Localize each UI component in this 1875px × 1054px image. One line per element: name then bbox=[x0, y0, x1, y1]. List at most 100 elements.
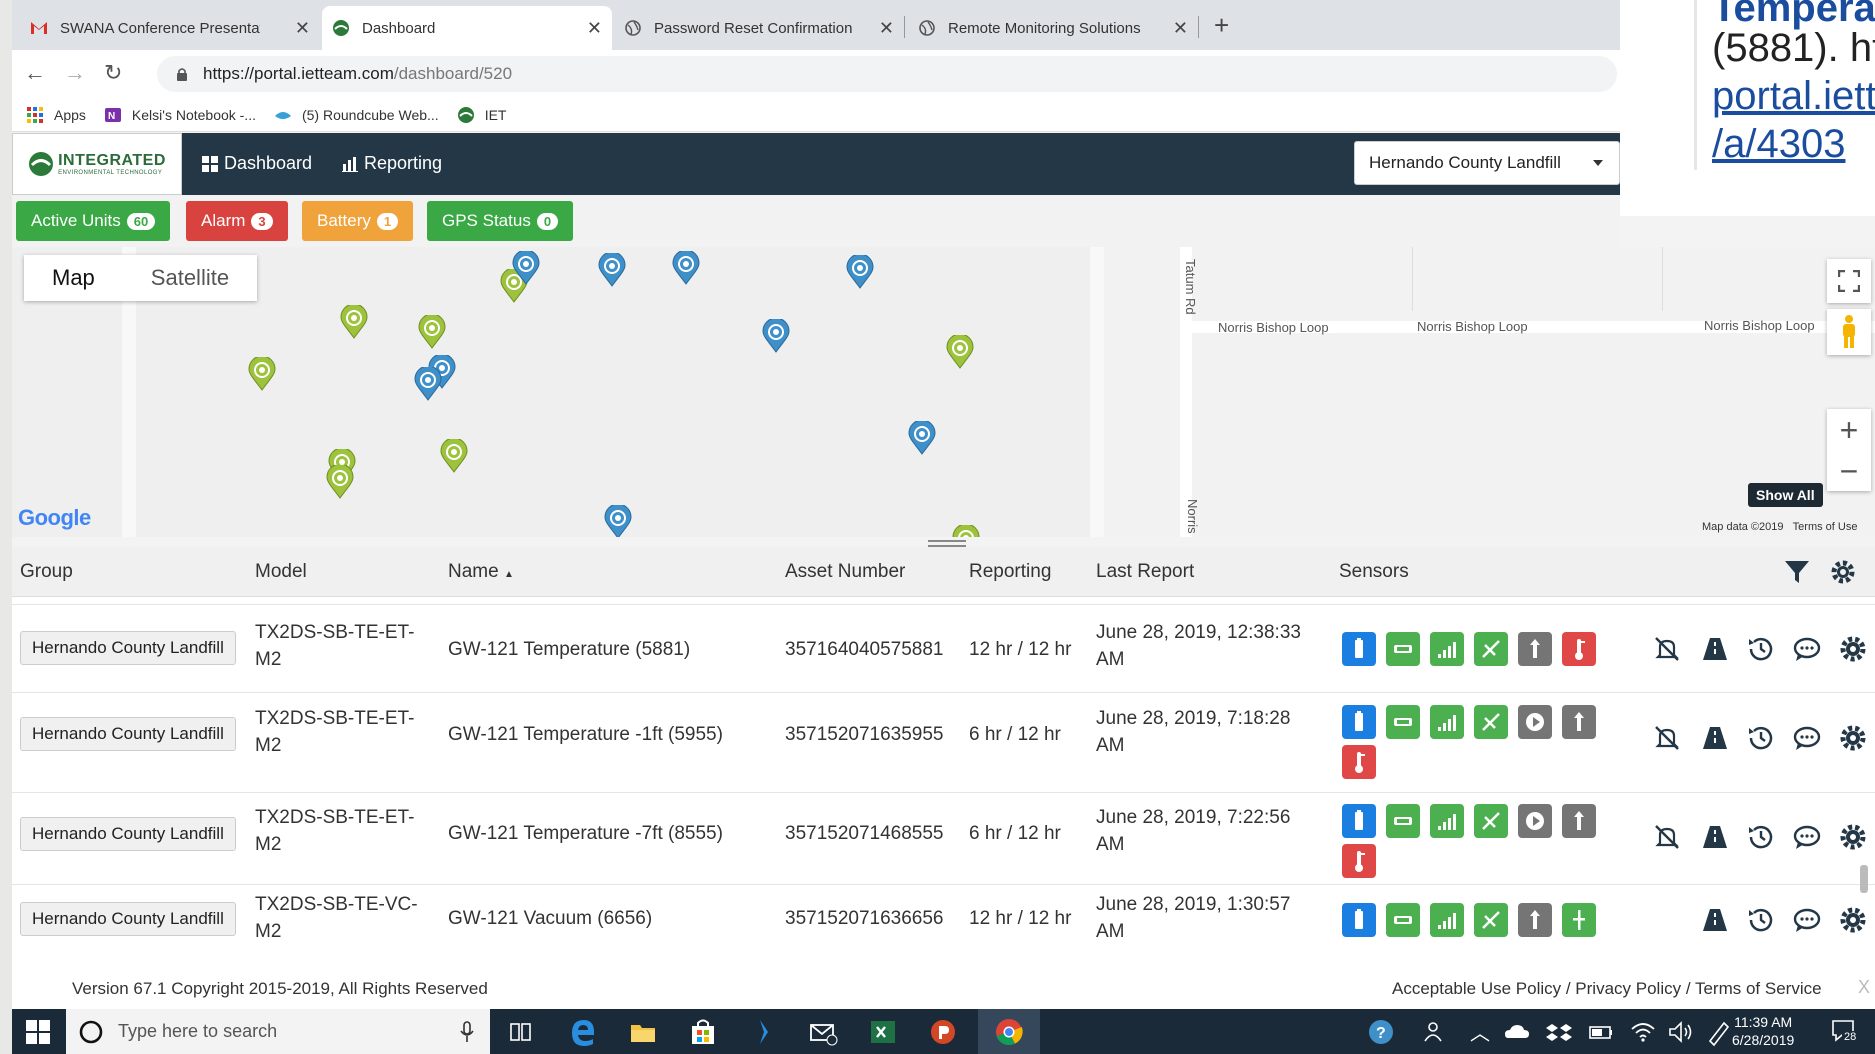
sensor-power-icon[interactable] bbox=[1386, 903, 1420, 937]
table-row[interactable]: Hernando County Landfill TX2DS-SB-TE-ET-… bbox=[12, 793, 1875, 885]
map-pin-blue[interactable] bbox=[908, 421, 936, 455]
bookmark-roundcube[interactable]: (5) Roundcube Web... bbox=[274, 106, 439, 124]
comment-icon[interactable] bbox=[1792, 634, 1822, 664]
road-icon[interactable] bbox=[1700, 822, 1730, 852]
map-pin-blue[interactable] bbox=[512, 251, 540, 285]
tab-password-reset[interactable]: Password Reset Confirmation ✕ bbox=[614, 6, 904, 50]
mail-icon[interactable] bbox=[808, 1017, 838, 1047]
sensor-power-icon[interactable] bbox=[1386, 705, 1420, 739]
sensor-battery-icon[interactable] bbox=[1342, 804, 1376, 838]
map-pin-blue[interactable] bbox=[846, 255, 874, 289]
powerpoint-icon[interactable] bbox=[928, 1017, 958, 1047]
sensor-battery-icon[interactable] bbox=[1342, 632, 1376, 666]
bell-slash-icon[interactable] bbox=[1652, 822, 1682, 852]
nav-reporting[interactable]: Reporting bbox=[342, 153, 442, 174]
table-row[interactable]: Hernando County Landfill TX2DS-SB-TE-ET-… bbox=[12, 605, 1875, 693]
battery-button[interactable]: Battery 1 bbox=[302, 201, 414, 241]
file-explorer-icon[interactable] bbox=[628, 1017, 658, 1047]
zoom-in-icon[interactable]: + bbox=[1840, 414, 1859, 446]
map-pin-blue[interactable] bbox=[598, 253, 626, 287]
column-header-last-report[interactable]: Last Report bbox=[1096, 561, 1194, 583]
bookmark-apps[interactable]: Apps bbox=[26, 106, 86, 124]
sensor-signal-icon[interactable] bbox=[1430, 705, 1464, 739]
sensor-gps-icon[interactable] bbox=[1474, 804, 1508, 838]
taskbar-clock[interactable]: 11:39 AM 6/28/2019 bbox=[1732, 1013, 1794, 1049]
overlay-link[interactable]: ht bbox=[1850, 26, 1875, 70]
active-units-button[interactable]: Active Units 60 bbox=[16, 201, 171, 241]
fullscreen-icon[interactable] bbox=[1827, 259, 1871, 303]
sensor-play-icon[interactable] bbox=[1518, 705, 1552, 739]
map-pin-green[interactable] bbox=[340, 305, 368, 339]
back-icon[interactable]: ← bbox=[24, 60, 46, 86]
map-pin-blue[interactable] bbox=[672, 251, 700, 285]
reload-icon[interactable]: ↻ bbox=[104, 60, 122, 86]
bookmark-iet[interactable]: IET bbox=[457, 106, 506, 124]
cell-name[interactable]: GW-121 Temperature (5881) bbox=[448, 636, 690, 663]
bell-slash-icon[interactable] bbox=[1652, 634, 1682, 664]
gear-icon[interactable] bbox=[1830, 559, 1856, 585]
map-pin-green[interactable] bbox=[946, 335, 974, 369]
store-icon[interactable] bbox=[688, 1017, 718, 1047]
column-header-name[interactable]: Name ▲ bbox=[448, 561, 514, 583]
tab-gmail[interactable]: SWANA Conference Presentation ✕ bbox=[20, 6, 320, 50]
map-pin-blue[interactable] bbox=[414, 367, 442, 401]
comment-icon[interactable] bbox=[1792, 905, 1822, 935]
bookmark-notebook[interactable]: N Kelsi's Notebook -... bbox=[104, 106, 256, 124]
sensor-gps-icon[interactable] bbox=[1474, 632, 1508, 666]
column-header-asset[interactable]: Asset Number bbox=[785, 561, 905, 583]
sensor-tilt-icon[interactable] bbox=[1562, 705, 1596, 739]
sensor-power-icon[interactable] bbox=[1386, 632, 1420, 666]
map-type-satellite-button[interactable]: Satellite bbox=[123, 255, 257, 301]
gear-icon[interactable] bbox=[1838, 905, 1868, 935]
sensor-signal-icon[interactable] bbox=[1430, 804, 1464, 838]
filter-icon[interactable] bbox=[1784, 559, 1810, 585]
excel-icon[interactable] bbox=[868, 1017, 898, 1047]
policy-links[interactable]: Acceptable Use Policy / Privacy Policy /… bbox=[1392, 979, 1822, 999]
close-tab-icon[interactable]: ✕ bbox=[295, 18, 310, 39]
sensor-temperature-icon[interactable] bbox=[1342, 745, 1376, 779]
history-icon[interactable] bbox=[1746, 723, 1776, 753]
tab-remote-monitoring[interactable]: Remote Monitoring Solutions ✕ bbox=[908, 6, 1198, 50]
forward-icon[interactable]: → bbox=[64, 60, 86, 86]
road-icon[interactable] bbox=[1700, 723, 1730, 753]
onedrive-icon[interactable] bbox=[1502, 1017, 1532, 1047]
show-all-button[interactable]: Show All bbox=[1748, 483, 1823, 507]
new-tab-button[interactable]: + bbox=[1214, 10, 1229, 41]
chrome-taskbar-button[interactable] bbox=[978, 1009, 1040, 1054]
sensor-vacuum-icon[interactable] bbox=[1562, 903, 1596, 937]
site-select[interactable]: Hernando County Landfill bbox=[1354, 141, 1620, 185]
sensor-signal-icon[interactable] bbox=[1430, 632, 1464, 666]
column-header-group[interactable]: Group bbox=[20, 561, 73, 583]
group-badge[interactable]: Hernando County Landfill bbox=[20, 817, 236, 851]
taskbar-search-box[interactable]: Type here to search bbox=[66, 1009, 490, 1054]
dropbox-icon[interactable] bbox=[1544, 1017, 1574, 1047]
edge-browser-icon[interactable] bbox=[568, 1017, 598, 1047]
sensor-temperature-icon[interactable] bbox=[1562, 632, 1596, 666]
sensor-power-icon[interactable] bbox=[1386, 804, 1420, 838]
map-view[interactable]: Tatum Rd Norris Bishop Loop Norris Bisho… bbox=[12, 247, 1875, 537]
cell-name[interactable]: GW-121 Temperature -1ft (5955) bbox=[448, 721, 723, 748]
tab-dashboard[interactable]: Dashboard ✕ bbox=[322, 6, 612, 50]
volume-icon[interactable] bbox=[1666, 1017, 1696, 1047]
power-automate-icon[interactable] bbox=[748, 1017, 778, 1047]
alarm-button[interactable]: Alarm 3 bbox=[186, 201, 288, 241]
sensor-temperature-icon[interactable] bbox=[1342, 844, 1376, 878]
group-badge[interactable]: Hernando County Landfill bbox=[20, 902, 236, 936]
map-pin-green[interactable] bbox=[248, 357, 276, 391]
wifi-icon[interactable] bbox=[1628, 1017, 1658, 1047]
microphone-icon[interactable] bbox=[460, 1020, 474, 1043]
column-header-reporting[interactable]: Reporting bbox=[969, 561, 1051, 583]
sensor-tilt-icon[interactable] bbox=[1518, 632, 1552, 666]
street-view-pegman-icon[interactable] bbox=[1827, 309, 1871, 355]
cell-name[interactable]: GW-121 Vacuum (6656) bbox=[448, 905, 652, 932]
table-row[interactable]: M2 AM bbox=[12, 597, 1875, 605]
map-type-map-button[interactable]: Map bbox=[24, 255, 123, 301]
gear-icon[interactable] bbox=[1838, 634, 1868, 664]
notifications-icon[interactable]: 28 bbox=[1830, 1017, 1860, 1047]
road-icon[interactable] bbox=[1700, 905, 1730, 935]
close-tab-icon[interactable]: ✕ bbox=[1173, 18, 1188, 39]
help-icon[interactable]: ? bbox=[1366, 1017, 1396, 1047]
sensor-gps-icon[interactable] bbox=[1474, 705, 1508, 739]
gps-status-button[interactable]: GPS Status 0 bbox=[427, 201, 574, 241]
overlay-line-3[interactable]: portal.iett bbox=[1712, 74, 1875, 119]
